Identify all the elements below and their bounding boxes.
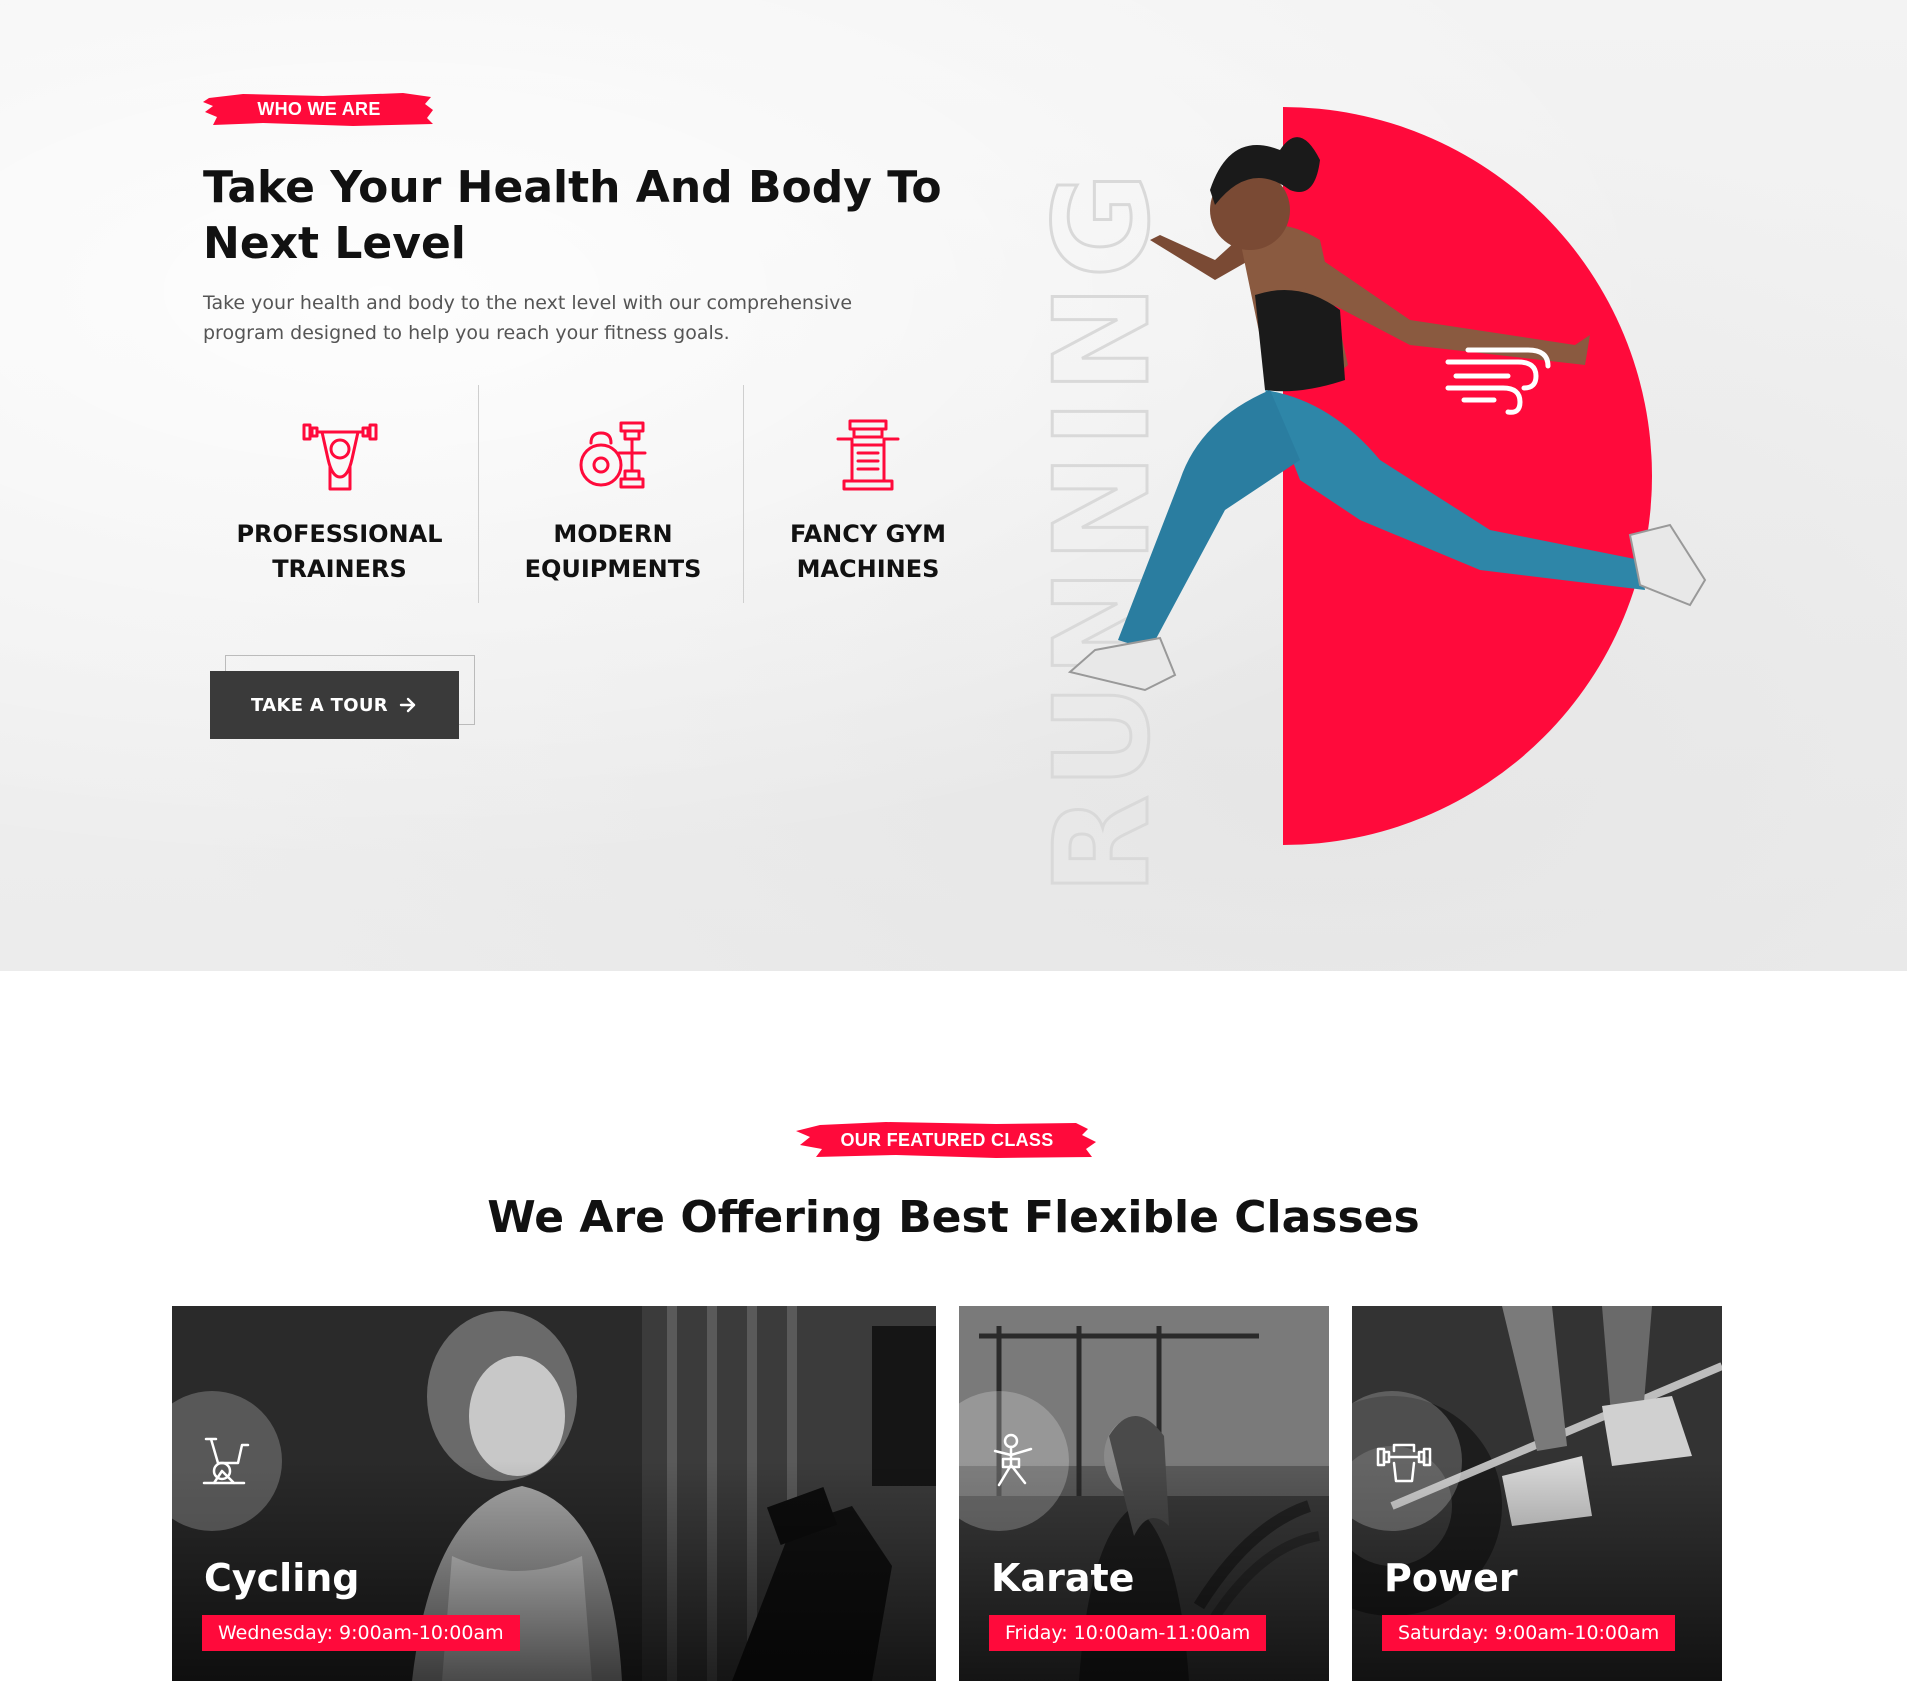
class-name: Power <box>1384 1556 1518 1600</box>
class-schedule-badge: Saturday: 9:00am-10:00am <box>1382 1615 1676 1651</box>
about-title: Take Your Health And Body To Next Level <box>203 162 942 269</box>
classes-title: We Are Offering Best Flexible Classes <box>487 1192 1420 1243</box>
feature-label: MODERN EQUIPMENTS <box>524 520 702 583</box>
exercise-bike-icon <box>202 1437 250 1485</box>
class-card-cycling[interactable]: Cycling Wednesday: 9:00am-10:00am <box>172 1306 936 1681</box>
class-name: Karate <box>991 1556 1135 1600</box>
take-a-tour-label: TAKE A TOUR <box>251 694 388 716</box>
about-description: Take your health and body to the next le… <box>203 292 853 344</box>
class-name: Cycling <box>204 1556 360 1600</box>
section-tag-label: OUR FEATURED CLASS <box>840 1129 1054 1150</box>
trainer-icon <box>302 423 377 491</box>
take-a-tour-button[interactable]: TAKE A TOUR <box>210 671 459 739</box>
feature-label: FANCY GYM MACHINES <box>789 520 947 583</box>
take-a-tour-wrapper: TAKE A TOUR <box>210 655 475 741</box>
dumbbell-fist-icon <box>1376 1443 1432 1483</box>
class-card-karate[interactable]: Karate Friday: 10:00am-11:00am <box>959 1306 1329 1681</box>
section-tag-featured-class: OUR FEATURED CLASS <box>796 1119 1098 1161</box>
feature-professional-trainers: PROFESSIONAL TRAINERS <box>203 385 476 603</box>
section-tag-label: WHO WE ARE <box>257 98 381 119</box>
feature-list: PROFESSIONAL TRAINERS MODERN EQUIPMENTS <box>203 385 953 603</box>
about-section: WHO WE ARE Take Your Health And Body To … <box>0 0 1907 971</box>
karate-icon <box>993 1433 1033 1487</box>
gym-machine-icon <box>836 419 900 491</box>
feature-fancy-gym-machines: FANCY GYM MACHINES <box>743 385 993 603</box>
feature-label: PROFESSIONAL TRAINERS <box>236 520 443 583</box>
runner-hero-graphic <box>1067 107 1707 845</box>
class-card-power[interactable]: Power Saturday: 9:00am-10:00am <box>1352 1306 1722 1681</box>
feature-modern-equipments: MODERN EQUIPMENTS <box>478 385 748 603</box>
kettlebell-dumbbell-icon <box>579 421 647 489</box>
section-tag-who-we-are: WHO WE ARE <box>203 90 435 128</box>
arrow-right-icon <box>399 697 416 713</box>
class-schedule-badge: Wednesday: 9:00am-10:00am <box>202 1615 520 1651</box>
class-schedule-badge: Friday: 10:00am-11:00am <box>989 1615 1267 1651</box>
